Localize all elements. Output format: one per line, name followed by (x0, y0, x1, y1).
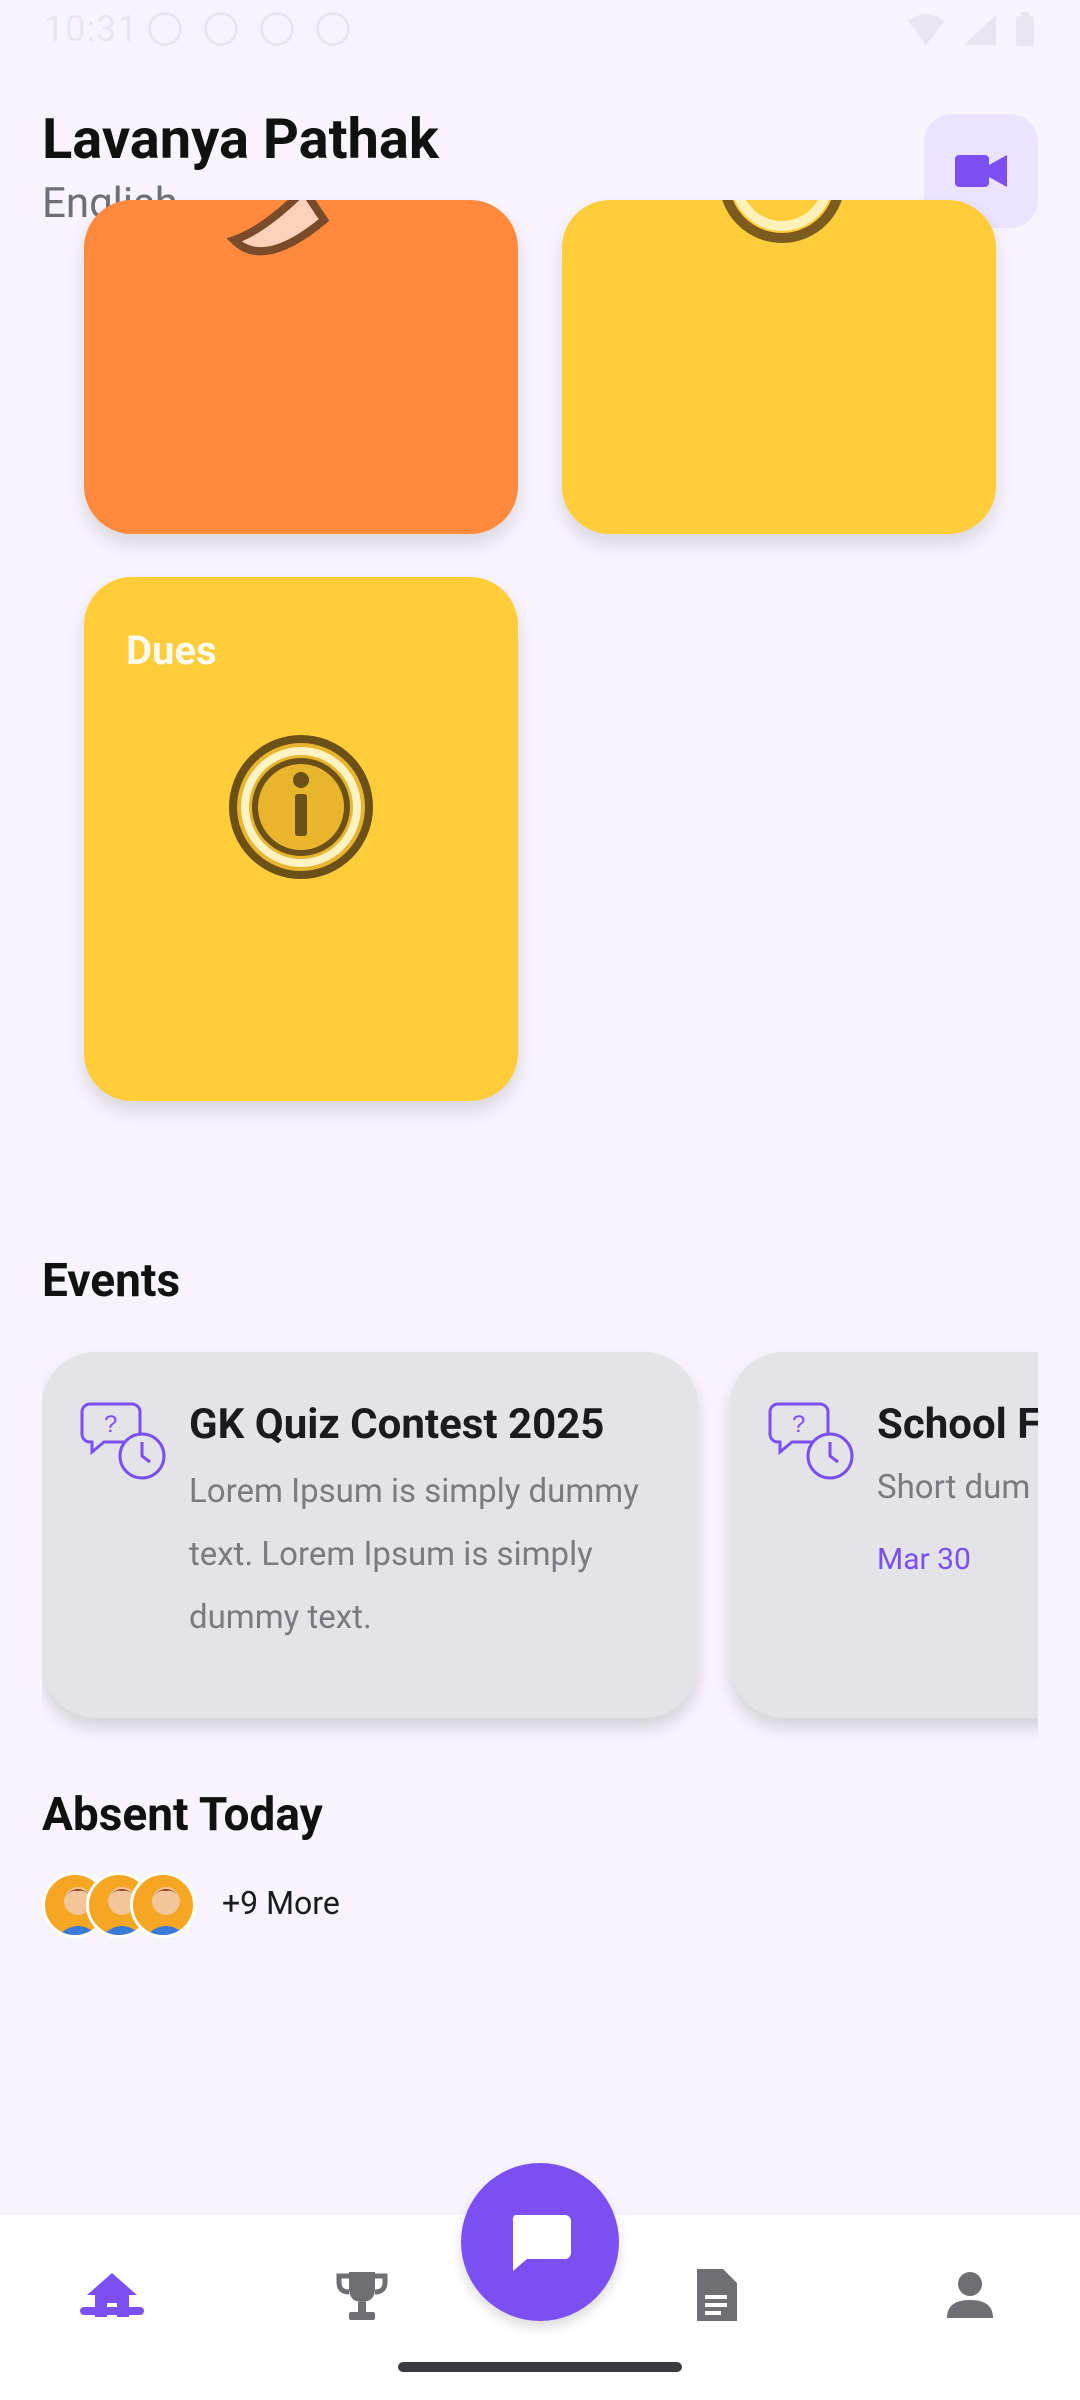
user-name: Lavanya Pathak (42, 106, 439, 172)
settings-status-icon (204, 12, 238, 46)
gesture-home-indicator[interactable] (398, 2362, 682, 2372)
event-date: Mar 30 (877, 1542, 971, 1577)
document-icon (697, 2269, 737, 2321)
avatar (130, 1872, 196, 1938)
events-section-title: Events (42, 1254, 181, 1308)
info-status-icon (148, 12, 182, 46)
event-card[interactable]: ? School F Short dum Mar 30 (730, 1352, 1038, 1718)
battery-icon (1016, 12, 1034, 46)
card-icon (226, 200, 330, 256)
quiz-timer-icon: ? (80, 1402, 166, 1480)
event-card[interactable]: ? GK Quiz Contest 2025 Lorem Ipsum is si… (42, 1352, 698, 1718)
dues-card[interactable]: Dues (84, 577, 518, 1101)
nav-profile[interactable] (930, 2255, 1010, 2335)
video-camera-icon (955, 155, 1007, 187)
shield-status-icon (260, 12, 294, 46)
status-bar: 10:31 (0, 0, 1080, 64)
svg-text:?: ? (104, 1411, 117, 1438)
event-description: Short dum (877, 1468, 1031, 1507)
status-icons-right (906, 12, 1036, 48)
nav-documents[interactable] (676, 2255, 756, 2335)
trophy-icon (336, 2272, 388, 2320)
nav-active-indicator (80, 2307, 144, 2315)
signal-icon (964, 15, 996, 45)
events-carousel[interactable]: ? GK Quiz Contest 2025 Lorem Ipsum is si… (42, 1350, 1038, 1750)
svg-text:?: ? (792, 1411, 805, 1438)
status-icons-left (148, 12, 350, 46)
absent-avatars[interactable] (42, 1872, 196, 1940)
card-icon (722, 200, 842, 243)
nav-home[interactable] (72, 2255, 152, 2335)
person-icon (947, 2272, 993, 2318)
status-time: 10:31 (44, 8, 139, 50)
info-icon (229, 735, 373, 879)
dues-title: Dues (126, 627, 217, 674)
nav-achievements[interactable] (322, 2255, 402, 2335)
dashboard-card-1[interactable] (84, 200, 518, 534)
chat-fab-button[interactable] (461, 2163, 619, 2321)
dashboard-card-2[interactable] (562, 200, 996, 534)
font-status-icon (316, 12, 350, 46)
event-title: School F (877, 1400, 1038, 1449)
chat-icon (512, 2215, 571, 2271)
absent-section-title: Absent Today (42, 1788, 323, 1842)
quiz-timer-icon: ? (768, 1402, 854, 1480)
event-title: GK Quiz Contest 2025 (189, 1400, 605, 1449)
event-description: Lorem Ipsum is simply dummy text. Lorem … (189, 1472, 639, 1637)
absent-more-label[interactable]: +9 More (222, 1884, 340, 1922)
wifi-icon (908, 14, 944, 45)
